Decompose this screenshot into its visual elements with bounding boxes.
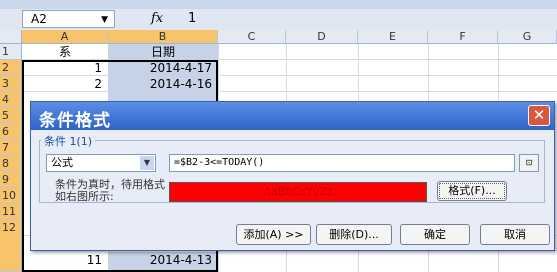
cell-a1[interactable]: 系 [22,44,108,60]
name-box[interactable]: A2 ▼ [22,10,115,28]
cancel-button[interactable]: 取消 [480,224,550,245]
column-header-e[interactable]: E [358,30,428,44]
row-header-2[interactable]: 2 [0,60,22,76]
collapse-dialog-button[interactable]: ⊡ [519,154,539,172]
column-header-c[interactable]: C [218,30,286,44]
select-all-corner[interactable] [0,30,22,44]
row-header-12[interactable]: 12 [0,220,22,272]
column-header-d[interactable]: D [286,30,358,44]
row-header-7[interactable]: 7 [0,140,22,156]
ok-button[interactable]: 确定 [400,224,470,245]
row-header-10[interactable]: 10 [0,188,22,204]
preview-caption: 条件为真时，待用格式如右图所示: [55,178,165,203]
row-header-3[interactable]: 3 [0,76,22,92]
format-button[interactable]: 格式(F)... [437,181,507,201]
dialog-titlebar[interactable]: 条件格式 ✕ [31,102,554,131]
column-header-b[interactable]: B [108,30,218,44]
row-header-9[interactable]: 9 [0,172,22,188]
row-header-4[interactable]: 4 [0,92,22,108]
delete-button[interactable]: 删除(D)... [316,224,392,245]
row-header-6[interactable]: 6 [0,124,22,140]
formula-input[interactable]: =$B2-3<=TODAY() [169,154,515,172]
column-header-g[interactable]: G [498,30,557,44]
column-header-f[interactable]: F [428,30,498,44]
chevron-down-icon[interactable]: ▼ [140,156,154,170]
add-button[interactable]: 添加(A) >> [236,224,311,245]
range-select-icon: ⊡ [525,158,533,167]
formula-value[interactable]: 1 [188,11,196,26]
close-icon: ✕ [532,106,546,124]
condition-label: 条件 1(1) [41,133,96,149]
close-button[interactable]: ✕ [528,105,550,126]
chevron-down-icon[interactable]: ▼ [101,12,108,28]
formula-bar: A2 ▼ fx 1 [0,0,557,31]
column-header-a[interactable]: A [22,30,108,44]
condition-type-value: 公式 [51,156,73,169]
conditional-format-dialog: 条件格式 ✕ 条件 1(1) 公式 ▼ =$B2-3<=TODAY() ⊡ 条件… [30,101,555,251]
name-box-value: A2 [31,12,47,26]
row-header-11[interactable]: 11 [0,204,22,220]
row-header-5[interactable]: 5 [0,108,22,124]
condition-type-select[interactable]: 公式 ▼ [46,154,156,172]
row-header-8[interactable]: 8 [0,156,22,172]
toolbar-strip [0,0,557,9]
dialog-title: 条件格式 [39,111,111,131]
function-icon[interactable]: fx [151,11,163,26]
cell-b1[interactable]: 日期 [108,44,218,60]
row-header-1[interactable]: 1 [0,44,22,60]
format-preview: AaBbCcYyZz [169,182,427,202]
